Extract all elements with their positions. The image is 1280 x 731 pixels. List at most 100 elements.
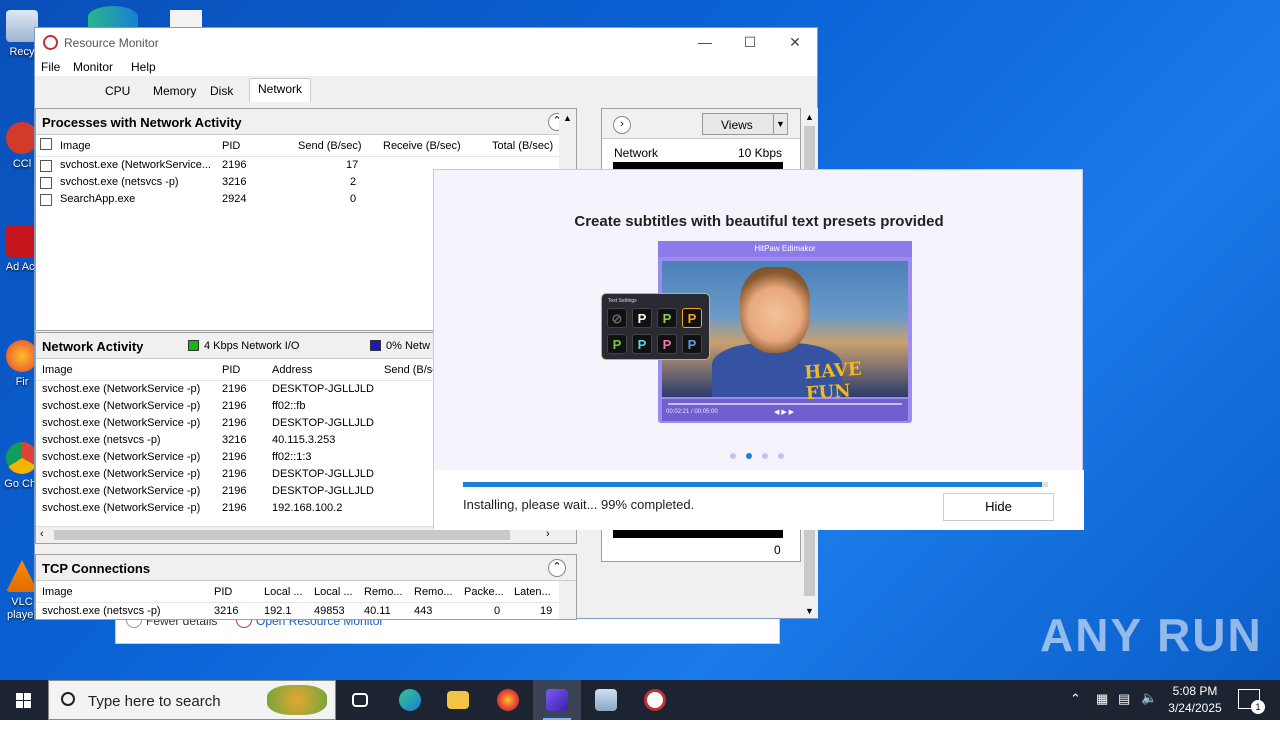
row-checkbox[interactable] [40, 194, 52, 206]
menu-file[interactable]: File [41, 60, 60, 74]
text-settings-panel: Text Settings ⊘ P P P P P P P [601, 293, 710, 360]
tcp-scrollbar[interactable] [559, 581, 576, 619]
clock[interactable]: 5:08 PM 3/24/2025 [1160, 683, 1230, 717]
play-icon: ◀ ▶ ▶ [774, 409, 795, 416]
close-button[interactable]: ✕ [775, 31, 815, 53]
ethernet-icon[interactable]: ▤ [1118, 691, 1130, 731]
control-panel-taskbar-button[interactable] [582, 680, 630, 720]
col-total[interactable]: Total (B/sec) [492, 140, 553, 152]
firefox-taskbar-button[interactable] [484, 680, 532, 720]
preview-app-title: HitPaw Edimakor [658, 241, 912, 257]
install-progress-bar [463, 482, 1048, 487]
menu-monitor[interactable]: Monitor [73, 60, 113, 74]
scroll-left-icon[interactable]: ‹ [40, 528, 44, 540]
row-image: svchost.exe (NetworkService -p) [42, 417, 201, 429]
tab-bar: CPU Memory Disk Network [35, 76, 817, 102]
col-send[interactable]: Send (B/sec) [298, 140, 362, 152]
col-address[interactable]: Address [272, 364, 312, 376]
row-pid: 2924 [222, 193, 247, 205]
carousel-dot-active[interactable] [746, 453, 752, 459]
folder-icon [447, 691, 469, 709]
row-image: svchost.exe (netsvcs -p) [60, 176, 179, 188]
tab-cpu[interactable]: CPU [97, 81, 138, 102]
col-image[interactable]: Image [60, 140, 91, 152]
tcp-header[interactable]: TCP Connections ⌃ [36, 555, 576, 581]
edge-desktop-icon[interactable] [88, 6, 138, 28]
minimize-button[interactable]: — [685, 31, 725, 53]
row-checkbox[interactable] [40, 177, 52, 189]
col-image[interactable]: Image [42, 364, 73, 376]
views-dropdown-icon[interactable]: ▼ [773, 114, 787, 134]
menu-help[interactable]: Help [131, 60, 156, 74]
tab-memory[interactable]: Memory [145, 81, 204, 102]
tab-network[interactable]: Network [249, 78, 312, 102]
row-image: svchost.exe (netsvcs -p) [42, 605, 161, 617]
col-pid[interactable]: PID [222, 140, 240, 152]
row-pid: 3216 [222, 434, 247, 446]
firefox-icon [497, 689, 519, 711]
edge-taskbar-button[interactable] [386, 680, 434, 720]
file-explorer-taskbar-button[interactable] [434, 680, 482, 720]
network-tray-icon[interactable]: ▦ [1096, 691, 1108, 731]
row-image: svchost.exe (NetworkService -p) [42, 468, 201, 480]
clock-date: 3/24/2025 [1168, 701, 1222, 715]
row-image: svchost.exe (NetworkService -p) [42, 451, 201, 463]
resource-monitor-icon [43, 35, 58, 50]
install-status: Installing, please wait... 99% completed… [463, 497, 695, 512]
tab-disk[interactable]: Disk [202, 81, 241, 102]
utilization-legend-label: 0% Netw [386, 340, 431, 352]
preset-blue-icon: P [682, 334, 702, 354]
row-image: svchost.exe (NetworkService -p) [42, 400, 201, 412]
row-image: SearchApp.exe [60, 193, 136, 205]
carousel-dot[interactable] [762, 453, 768, 459]
views-label: Views [721, 118, 753, 132]
preset-cyan-icon: P [632, 334, 652, 354]
col-local-port[interactable]: Local ... [314, 586, 353, 598]
col-receive[interactable]: Receive (B/sec) [383, 140, 461, 152]
col-pid[interactable]: PID [222, 364, 240, 376]
scroll-thumb[interactable] [54, 530, 510, 540]
maximize-button[interactable]: ☐ [730, 31, 770, 53]
col-remote-address[interactable]: Remo... [364, 586, 403, 598]
processes-panel-header[interactable]: Processes with Network Activity ⌃ [36, 109, 576, 135]
row-packet-loss: 0 [494, 605, 501, 617]
start-button[interactable] [0, 680, 48, 720]
title-bar[interactable]: Resource Monitor — ☐ ✕ [35, 28, 817, 56]
row-address: ff02::fb [272, 400, 306, 412]
edimakor-installer-taskbar-button[interactable] [533, 680, 581, 720]
row-remote-address: 40.11 [364, 605, 391, 617]
table-row[interactable]: svchost.exe (netsvcs -p) 3216 192.1 4985… [36, 603, 576, 617]
control-panel-icon [595, 689, 617, 711]
select-all-checkbox[interactable] [40, 138, 52, 150]
preset-darkgreen-icon: P [607, 334, 627, 354]
utilization-legend-icon [370, 340, 381, 351]
col-remote-port[interactable]: Remo... [414, 586, 453, 598]
resource-monitor-taskbar-button[interactable] [631, 680, 679, 720]
views-button[interactable]: Views ▼ [702, 113, 788, 135]
col-pid[interactable]: PID [214, 586, 232, 598]
carousel-dot[interactable] [778, 453, 784, 459]
graph-scale: 10 Kbps [738, 146, 783, 160]
expand-arrow-icon[interactable]: › [613, 116, 631, 134]
taskbar-search-box[interactable]: Type here to search [48, 680, 336, 720]
col-latency[interactable]: Laten... [514, 586, 551, 598]
volume-icon[interactable]: 🔈 [1141, 690, 1157, 730]
col-send[interactable]: Send (B/se [384, 364, 438, 376]
task-view-button[interactable] [336, 680, 384, 720]
row-address: 40.115.3.253 [272, 434, 336, 446]
hide-button[interactable]: Hide [943, 493, 1054, 521]
collapse-tcp-button[interactable]: ⌃ [548, 559, 566, 577]
tcp-connections-panel: TCP Connections ⌃ Image PID Local ... Lo… [35, 554, 577, 620]
carousel-dot[interactable] [730, 453, 736, 459]
row-checkbox[interactable] [40, 160, 52, 172]
row-pid: 2196 [222, 451, 247, 463]
row-address: DESKTOP-JGLLJLD [272, 383, 374, 395]
show-hidden-icons[interactable]: ⌃ [1070, 691, 1081, 731]
row-send: 0 [350, 193, 357, 205]
search-highlight-icon [267, 685, 327, 715]
notification-center-icon[interactable]: 1 [1238, 689, 1265, 714]
col-packet-loss[interactable]: Packe... [464, 586, 504, 598]
row-pid: 2196 [222, 502, 247, 514]
col-local-address[interactable]: Local ... [264, 586, 303, 598]
col-image[interactable]: Image [42, 586, 73, 598]
